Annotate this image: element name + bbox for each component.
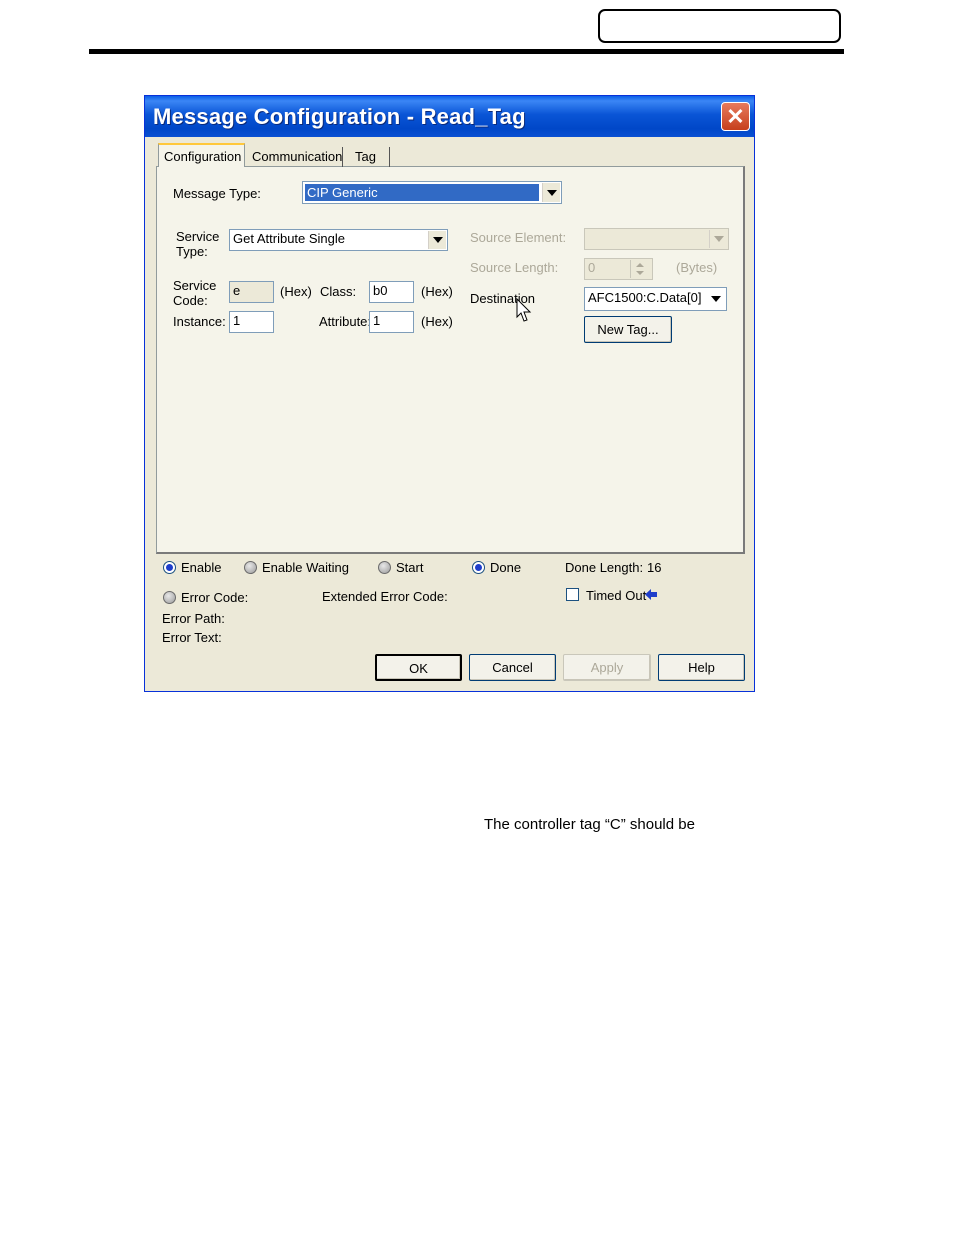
error-code-label: Error Code: [181, 590, 249, 605]
source-element-select[interactable] [584, 228, 729, 250]
close-button[interactable]: ✕ [721, 102, 750, 131]
destination-value: AFC1500:C.Data[0] [588, 290, 702, 305]
tab-configuration[interactable]: Configuration [158, 143, 245, 167]
source-length-field[interactable]: 0 [584, 258, 653, 280]
message-type-select[interactable]: CIP Generic [302, 181, 562, 204]
tab-tag[interactable]: Tag [350, 147, 390, 167]
source-element-dropdown[interactable] [709, 230, 727, 248]
source-length-spinner[interactable] [630, 260, 651, 278]
body-text-fragment: The controller tag “C” should be [484, 816, 695, 833]
chevron-down-icon [711, 296, 721, 302]
instance-label: Instance: [173, 314, 226, 329]
message-type-label: Message Type: [173, 186, 261, 201]
class-field[interactable]: b0 [369, 281, 414, 303]
close-icon: ✕ [726, 104, 745, 129]
enable-waiting-label: Enable Waiting [262, 560, 349, 575]
mouse-cursor-icon [516, 298, 532, 322]
chevron-down-icon [546, 189, 557, 196]
enable-label: Enable [181, 560, 222, 575]
service-type-label-line2: Type: [176, 244, 208, 259]
enable-indicator [163, 561, 176, 574]
service-type-dropdown[interactable] [428, 231, 446, 249]
destination-dropdown[interactable] [707, 289, 725, 309]
done-label: Done [490, 560, 522, 575]
tab-communication[interactable]: Communication [247, 147, 343, 167]
instance-field[interactable]: 1 [229, 311, 274, 333]
done-length-label: Done Length: [565, 560, 644, 575]
arrow-left-icon [645, 589, 657, 600]
chevron-down-icon [713, 236, 724, 242]
timed-out-checkbox[interactable] [566, 588, 579, 601]
attribute-hex-label: (Hex) [421, 314, 453, 329]
spin-up-icon [636, 263, 644, 267]
service-type-value: Get Attribute Single [233, 231, 346, 246]
start-label: Start [396, 560, 424, 575]
class-label: Class: [320, 284, 357, 299]
header-rule [89, 49, 844, 54]
configuration-tab-panel [156, 166, 745, 554]
class-hex-label: (Hex) [421, 284, 453, 299]
error-path-label: Error Path: [162, 611, 225, 626]
service-code-label-line2: Code: [173, 293, 208, 308]
source-length-value: 0 [588, 260, 596, 275]
attribute-field[interactable]: 1 [369, 311, 414, 333]
ok-button[interactable]: OK [375, 654, 462, 681]
destination-select[interactable]: AFC1500:C.Data[0] [584, 287, 727, 311]
error-text-label: Error Text: [162, 630, 222, 645]
help-button[interactable]: Help [658, 654, 745, 681]
apply-button[interactable]: Apply [563, 654, 651, 681]
done-indicator [472, 561, 485, 574]
chevron-down-icon [432, 237, 443, 243]
header-box [598, 9, 841, 43]
source-element-label: Source Element: [470, 230, 567, 245]
new-tag-button[interactable]: New Tag... [584, 316, 672, 343]
service-code-field[interactable]: e [229, 281, 274, 303]
service-type-label-line1: Service [176, 229, 220, 244]
attribute-label: Attribute: [319, 314, 372, 329]
error-code-indicator [163, 591, 176, 604]
dialog-title: Message Configuration - Read_Tag [153, 104, 526, 129]
message-type-dropdown[interactable] [542, 183, 560, 202]
cancel-button[interactable]: Cancel [469, 654, 556, 681]
start-indicator [378, 561, 391, 574]
spin-down-icon [636, 271, 644, 275]
service-type-select[interactable]: Get Attribute Single [229, 229, 448, 251]
timed-out-label: Timed Out [586, 588, 647, 603]
done-length-value: 16 [647, 560, 662, 575]
message-type-value: CIP Generic [307, 185, 378, 200]
extended-error-code-label: Extended Error Code: [322, 589, 448, 604]
source-length-label: Source Length: [470, 260, 559, 275]
bytes-label: (Bytes) [676, 260, 718, 275]
service-code-hex-label: (Hex) [280, 284, 312, 299]
service-code-label-line1: Service [173, 278, 217, 293]
enable-waiting-indicator [244, 561, 257, 574]
